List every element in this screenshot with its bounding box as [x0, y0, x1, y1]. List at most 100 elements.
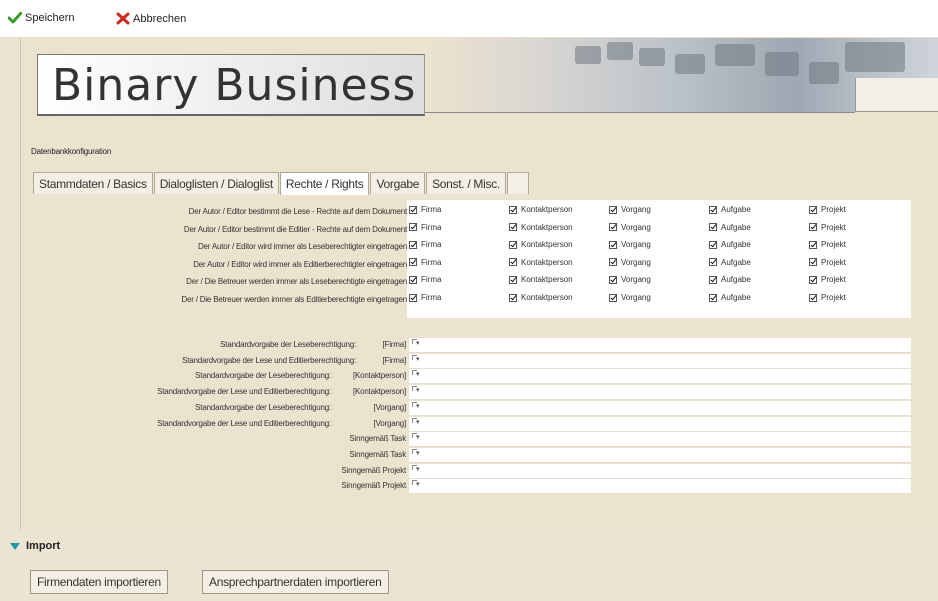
checkbox-aufgabe[interactable]: Aufgabe	[709, 293, 751, 302]
default-row: Sinngemäß Projekt	[31, 479, 911, 495]
checkbox-checked-icon	[609, 205, 617, 214]
default-row: Sinngemäß Task	[31, 447, 911, 464]
checkbox-aufgabe[interactable]: Aufgabe	[709, 240, 751, 249]
checkbox-projekt[interactable]: Projekt	[809, 275, 846, 284]
checkbox-aufgabe[interactable]: Aufgabe	[709, 223, 751, 232]
checkbox-checked-icon	[809, 223, 817, 232]
default-label-suffix: [Kontaktperson]	[352, 387, 406, 397]
tab-stammdaten[interactable]: Stammdaten / Basics	[33, 172, 153, 194]
tab-sonst.[interactable]: Sonst. / Misc.	[426, 172, 506, 194]
checkbox-label: Firma	[421, 293, 442, 302]
checkbox-projekt[interactable]: Projekt	[809, 240, 846, 249]
checkbox-label: Projekt	[821, 275, 846, 285]
checkbox-label: Kontaktperson	[521, 222, 573, 232]
checkbox-vorgang[interactable]: Vorgang	[609, 205, 651, 214]
default-value-field[interactable]	[409, 463, 911, 479]
checkbox-kontaktperson[interactable]: Kontaktperson	[509, 205, 573, 214]
dropdown-icon	[412, 339, 422, 349]
default-value-field[interactable]	[409, 416, 911, 432]
checkbox-projekt[interactable]: Projekt	[809, 293, 846, 302]
rights-row-label: Der Autor / Editor wird immer als Lesebe…	[197, 242, 407, 252]
checkbox-label: Vorgang	[621, 222, 651, 232]
checkbox-vorgang[interactable]: Vorgang	[609, 223, 651, 232]
checkbox-checked-icon	[709, 223, 717, 232]
section-label: Datenbankkonfiguration	[31, 147, 112, 156]
checkbox-aufgabe[interactable]: Aufgabe	[709, 258, 751, 267]
checkbox-vorgang[interactable]: Vorgang	[609, 258, 651, 267]
import-companies-button[interactable]: Firmendaten importieren	[30, 570, 168, 594]
default-row: Standardvorgabe der Leseberechtigung: [Ko…	[31, 369, 911, 385]
toolbar: Speichern Abbrechen	[0, 0, 938, 38]
checkbox-label: Aufgabe	[721, 205, 751, 214]
checkbox-kontaktperson[interactable]: Kontaktperson	[509, 293, 573, 302]
checkbox-label: Kontaktperson	[521, 240, 573, 250]
checkbox-firma[interactable]: Firma	[409, 240, 441, 249]
checkbox-firma[interactable]: Firma	[409, 205, 441, 214]
tab-dialoglisten[interactable]: Dialoglisten / Dialoglist	[153, 172, 279, 194]
checkbox-label: Aufgabe	[721, 293, 751, 302]
checkbox-label: Vorgang	[621, 240, 651, 250]
import-contacts-button[interactable]: Ansprechpartnerdaten importieren	[202, 570, 389, 594]
checkbox-vorgang[interactable]: Vorgang	[609, 293, 651, 302]
default-value-field[interactable]	[409, 385, 911, 401]
checkbox-kontaktperson[interactable]: Kontaktperson	[509, 240, 573, 249]
tab-rechte[interactable]: Rechte / Rights	[279, 172, 370, 195]
dropdown-icon	[412, 354, 422, 365]
default-value-field[interactable]	[409, 400, 911, 416]
checkbox-firma[interactable]: Firma	[409, 258, 441, 267]
checkbox-firma[interactable]: Firma	[409, 293, 441, 302]
checkbox-kontaktperson[interactable]: Kontaktperson	[509, 258, 573, 267]
close-icon	[116, 12, 130, 25]
banner-line	[425, 112, 855, 113]
checkbox-label: Kontaktperson	[521, 205, 573, 214]
checkbox-checked-icon	[709, 293, 717, 302]
default-value-field[interactable]	[409, 479, 911, 495]
checkbox-projekt[interactable]: Projekt	[809, 223, 846, 232]
checkbox-label: Kontaktperson	[521, 293, 573, 302]
default-value-field[interactable]	[409, 338, 911, 353]
default-value-field[interactable]	[409, 353, 911, 369]
cancel-label: Abbrechen	[133, 12, 187, 25]
checkbox-vorgang[interactable]: Vorgang	[609, 275, 651, 284]
checkbox-label: Aufgabe	[721, 275, 751, 285]
logo-text: Binary Business	[52, 60, 417, 111]
import-title: Import	[26, 540, 61, 552]
default-label-text: Standardvorgabe der Lese und Editierbere…	[157, 387, 331, 397]
checkbox-projekt[interactable]: Projekt	[809, 258, 846, 267]
checkbox-label: Firma	[421, 205, 442, 214]
default-value-field[interactable]	[409, 447, 911, 463]
rights-row-label: Der Autor / Editor bestimmt die Lese - R…	[188, 207, 408, 216]
checkbox-label: Projekt	[821, 205, 846, 214]
default-label-text: Sinngemäß Task	[349, 434, 406, 444]
checkbox-projekt[interactable]: Projekt	[809, 205, 846, 214]
checkbox-label: Projekt	[821, 240, 846, 250]
checkbox-checked-icon	[809, 240, 817, 249]
checkbox-checked-icon	[709, 258, 717, 267]
checkbox-firma[interactable]: Firma	[409, 223, 441, 232]
checkbox-kontaktperson[interactable]: Kontaktperson	[509, 275, 573, 284]
tab-vorgabe[interactable]: Vorgabe	[370, 172, 426, 194]
logo: Binary Business	[37, 54, 425, 116]
tab-blank[interactable]	[506, 172, 529, 194]
save-button[interactable]: Speichern	[8, 12, 75, 24]
default-row: Sinngemäß Projekt	[31, 463, 911, 480]
cancel-button[interactable]: Abbrechen	[116, 12, 186, 25]
default-label-suffix: [Vorgang]	[373, 418, 407, 428]
import-toggle[interactable]: Import	[10, 540, 60, 552]
checkbox-kontaktperson[interactable]: Kontaktperson	[509, 223, 573, 232]
checkbox-label: Vorgang	[621, 275, 651, 285]
checkbox-aufgabe[interactable]: Aufgabe	[709, 275, 751, 284]
default-row: Standardvorgabe der Lese und Editierbere…	[31, 416, 911, 433]
checkbox-checked-icon	[409, 275, 417, 284]
checkbox-firma[interactable]: Firma	[409, 275, 441, 284]
checkbox-aufgabe[interactable]: Aufgabe	[709, 205, 751, 214]
tab-bar: Stammdaten / Basics Dialoglisten / Dialog…	[33, 172, 530, 195]
dropdown-icon	[412, 448, 422, 459]
checkbox-checked-icon	[809, 293, 817, 302]
rights-row-label: Der / Die Betreuer werden immer als Lese…	[186, 277, 407, 287]
default-value-field[interactable]	[409, 432, 911, 448]
checkbox-checked-icon	[609, 293, 617, 302]
default-value-field[interactable]	[409, 369, 911, 385]
checkbox-vorgang[interactable]: Vorgang	[609, 240, 651, 249]
checkbox-label: Vorgang	[621, 293, 651, 302]
